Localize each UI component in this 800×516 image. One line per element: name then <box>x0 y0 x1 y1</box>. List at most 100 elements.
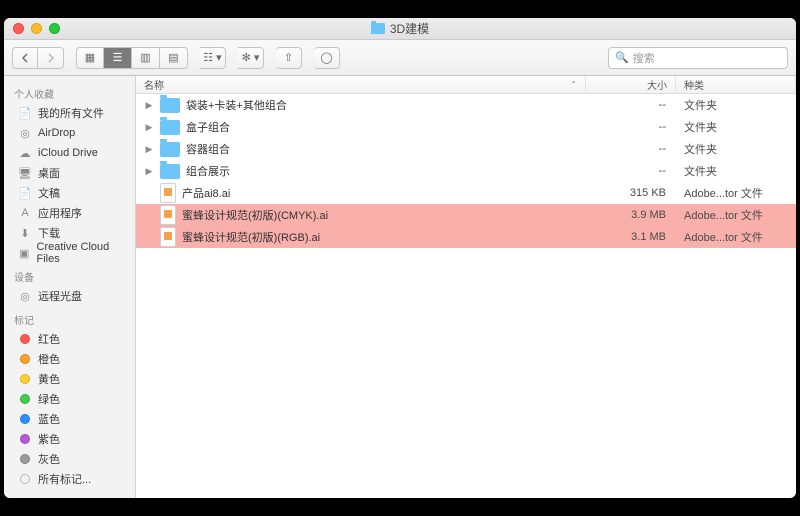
table-row[interactable]: 蜜蜂设计规范(初版)(CMYK).ai3.9 MBAdobe...tor 文件 <box>136 204 796 226</box>
view-segment: ▦ ☰ ▥ ▤ <box>76 47 188 69</box>
col-kind[interactable]: 种类 <box>676 76 796 93</box>
tag-dot-icon <box>18 473 32 485</box>
action-button[interactable]: ✻ ▾ <box>238 47 264 69</box>
tags-segment: ◯ <box>314 47 340 69</box>
search-placeholder: 搜索 <box>633 50 655 66</box>
table-row[interactable]: ▶盒子组合--文件夹 <box>136 116 796 138</box>
sidebar-item-label: 红色 <box>38 331 60 347</box>
arrange-button[interactable]: ☷ ▾ <box>200 47 226 69</box>
body: 个人收藏📄我的所有文件◎AirDrop☁iCloud Drive🖥桌面📄文稿A应… <box>4 76 796 498</box>
folder-icon <box>160 142 180 157</box>
file-name: 袋装+卡装+其他组合 <box>186 97 287 113</box>
folder-icon <box>160 120 180 135</box>
file-name: 容器组合 <box>186 141 230 157</box>
sidebar-item[interactable]: 📄我的所有文件 <box>4 103 135 123</box>
tag-dot-icon <box>18 433 32 445</box>
sidebar-item[interactable]: 橙色 <box>4 349 135 369</box>
file-kind: 315 KB <box>586 187 676 199</box>
table-row[interactable]: 蜜蜂设计规范(初版)(RGB).ai3.1 MBAdobe...tor 文件 <box>136 226 796 248</box>
search-icon: 🔍 <box>615 51 629 64</box>
arrange-segment: ☷ ▾ <box>200 47 226 69</box>
sidebar-item[interactable]: 蓝色 <box>4 409 135 429</box>
file-kind: -- <box>586 121 676 133</box>
sidebar-item[interactable]: 红色 <box>4 329 135 349</box>
ai-file-icon <box>160 205 176 225</box>
file-kind: -- <box>586 165 676 177</box>
forward-button[interactable] <box>38 47 64 69</box>
disclosure-icon[interactable]: ▶ <box>144 144 154 155</box>
sidebar-item[interactable]: 所有标记... <box>4 469 135 489</box>
tag-dot-icon <box>18 393 32 405</box>
sidebar-item[interactable]: 🖥 桌面 <box>4 163 135 183</box>
title-text: 3D建模 <box>390 20 429 37</box>
file-list: ▶袋装+卡装+其他组合--文件夹▶盒子组合--文件夹▶容器组合--文件夹▶组合展… <box>136 94 796 498</box>
sidebar-item-label: 绿色 <box>38 391 60 407</box>
sidebar-icon: ▣ <box>18 247 31 259</box>
zoom-button[interactable] <box>49 23 60 34</box>
sidebar-item-label: 所有标记... <box>38 471 91 487</box>
sidebar-item-label: 黄色 <box>38 371 60 387</box>
ai-file-icon <box>160 227 176 247</box>
sidebar-item-label: 文稿 <box>38 185 60 201</box>
file-kind: 3.9 MB <box>586 209 676 221</box>
minimize-button[interactable] <box>31 23 42 34</box>
close-button[interactable] <box>13 23 24 34</box>
folder-icon <box>371 23 385 34</box>
search-input[interactable]: 🔍 搜索 <box>608 47 788 69</box>
table-row[interactable]: ▶袋装+卡装+其他组合--文件夹 <box>136 94 796 116</box>
window-title: 3D建模 <box>4 20 796 37</box>
sidebar-item-label: 应用程序 <box>38 205 82 221</box>
sidebar-item-label: Creative Cloud Files <box>37 241 125 265</box>
file-kind: -- <box>586 143 676 155</box>
tag-dot-icon <box>18 353 32 365</box>
action-segment: ✻ ▾ <box>238 47 264 69</box>
file-name: 蜜蜂设计规范(初版)(RGB).ai <box>182 229 320 245</box>
sidebar-icon: 🖥 <box>18 167 32 179</box>
sidebar-item[interactable]: 📄文稿 <box>4 183 135 203</box>
sidebar-item[interactable]: 灰色 <box>4 449 135 469</box>
disclosure-icon[interactable]: ▶ <box>144 166 154 177</box>
sidebar-item[interactable]: ◎远程光盘 <box>4 286 135 306</box>
window-controls <box>13 23 60 34</box>
ai-file-icon <box>160 183 176 203</box>
tag-dot-icon <box>18 413 32 425</box>
sidebar-item-label: AirDrop <box>38 127 75 139</box>
column-headers: 名称 ⌃ 大小 种类 <box>136 76 796 94</box>
sidebar-item[interactable]: 绿色 <box>4 389 135 409</box>
sidebar-item-label: 下载 <box>38 225 60 241</box>
share-button[interactable]: ⇧ <box>276 47 302 69</box>
sidebar-item[interactable]: 紫色 <box>4 429 135 449</box>
sidebar: 个人收藏📄我的所有文件◎AirDrop☁iCloud Drive🖥桌面📄文稿A应… <box>4 76 136 498</box>
nav-segment <box>12 47 64 69</box>
col-size[interactable]: 大小 <box>586 76 676 93</box>
file-name: 产品ai8.ai <box>182 185 230 201</box>
share-segment: ⇧ <box>276 47 302 69</box>
table-row[interactable]: 产品ai8.ai315 KBAdobe...tor 文件 <box>136 182 796 204</box>
sidebar-item[interactable]: A应用程序 <box>4 203 135 223</box>
sidebar-item[interactable]: ⬇ 下载 <box>4 223 135 243</box>
sidebar-icon: ☁ <box>18 147 32 159</box>
disclosure-icon[interactable]: ▶ <box>144 122 154 133</box>
titlebar[interactable]: 3D建模 <box>4 18 796 40</box>
table-row[interactable]: ▶组合展示--文件夹 <box>136 160 796 182</box>
tag-dot-icon <box>18 373 32 385</box>
list-view-button[interactable]: ☰ <box>104 47 132 69</box>
back-button[interactable] <box>12 47 38 69</box>
icon-view-button[interactable]: ▦ <box>76 47 104 69</box>
col-name[interactable]: 名称 ⌃ <box>136 76 586 93</box>
column-view-button[interactable]: ▥ <box>132 47 160 69</box>
coverflow-view-button[interactable]: ▤ <box>160 47 188 69</box>
tag-dot-icon <box>18 453 32 465</box>
sidebar-header: 设备 <box>4 263 135 286</box>
sidebar-item[interactable]: ▣ Creative Cloud Files <box>4 243 135 263</box>
disclosure-icon[interactable]: ▶ <box>144 100 154 111</box>
sort-indicator-icon: ⌃ <box>570 80 577 89</box>
sidebar-item-label: 桌面 <box>38 165 60 181</box>
sidebar-item[interactable]: ◎AirDrop <box>4 123 135 143</box>
sidebar-icon: 📄 <box>18 107 32 119</box>
sidebar-icon: ⬇ <box>18 227 32 239</box>
table-row[interactable]: ▶容器组合--文件夹 <box>136 138 796 160</box>
sidebar-item[interactable]: ☁iCloud Drive <box>4 143 135 163</box>
tags-button[interactable]: ◯ <box>314 47 340 69</box>
sidebar-item[interactable]: 黄色 <box>4 369 135 389</box>
